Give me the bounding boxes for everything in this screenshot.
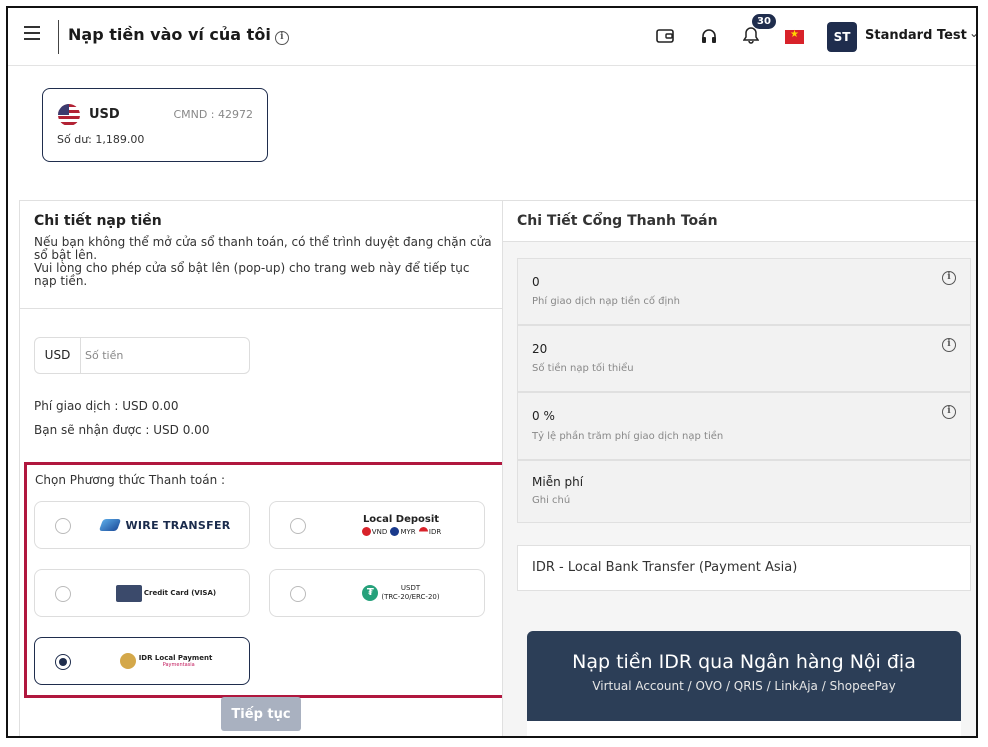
headset-icon[interactable] — [700, 28, 718, 45]
wire-transfer-logo: WIRE TRANSFER — [91, 502, 241, 548]
deposit-details-panel: Chi tiết nạp tiền Nếu bạn không thể mở c… — [19, 200, 510, 736]
radio-idr-local[interactable] — [55, 654, 71, 670]
myr-flag-icon — [390, 527, 400, 536]
avatar[interactable]: ST — [827, 22, 857, 52]
stat-label: Số tiền nạp tối thiểu — [532, 363, 634, 374]
stat-percent-fee: 0 % Tỷ lệ phần trăm phí giao dịch nạp ti… — [517, 392, 971, 460]
user-name[interactable]: Standard Test — [865, 28, 967, 43]
popup-notice: Nếu bạn không thể mở cửa sổ thanh toán, … — [34, 236, 494, 288]
wire-transfer-label: WIRE TRANSFER — [125, 518, 231, 532]
deposit-details-title: Chi tiết nạp tiền — [34, 213, 162, 229]
popup-notice-line-2: Vui lòng cho phép cửa sổ bật lên (pop-up… — [34, 261, 470, 288]
usdt-sublabel: (TRC-20/ERC-20) — [381, 593, 440, 601]
vnd-flag-icon — [361, 527, 371, 536]
continue-button[interactable]: Tiếp tục — [221, 697, 301, 731]
stat-value: 20 — [532, 342, 548, 356]
banner-subtitle: Virtual Account / OVO / QRIS / LinkAja /… — [592, 679, 896, 693]
idr-local-logo: IDR Local Payment Paymentasia — [91, 638, 241, 684]
usdt-label: USDT — [400, 584, 421, 592]
local-deposit-currencies: VND MYR IDR — [361, 527, 441, 536]
local-deposit-currency-idr: IDR — [428, 528, 442, 536]
radio-wire-transfer[interactable] — [55, 518, 71, 534]
credit-card-icon — [115, 584, 142, 602]
stat-value: 0 % — [532, 409, 555, 423]
us-flag-icon — [58, 104, 80, 126]
credit-card-label: Credit Card (VISA) — [143, 589, 217, 597]
gateway-details-title: Chi Tiết Cổng Thanh Toán — [517, 213, 718, 229]
local-deposit-currency-myr: MYR — [400, 528, 416, 536]
radio-usdt[interactable] — [290, 586, 306, 602]
payment-method-label: Chọn Phương thức Thanh toán : — [35, 473, 226, 487]
menu-icon[interactable] — [24, 26, 40, 40]
amount-field[interactable]: USD — [34, 337, 250, 374]
account-currency: USD — [89, 107, 120, 122]
idr-coin-icon — [119, 653, 136, 669]
stat-label: Tỷ lệ phần trăm phí giao dịch nạp tiền — [532, 431, 724, 442]
stat-label: Phí giao dịch nạp tiền cố định — [532, 296, 680, 307]
top-header: Nạp tiền vào ví của tôii 30 ST Standard … — [8, 8, 976, 66]
fee-text: Phí giao dịch : USD 0.00 — [34, 399, 179, 413]
page-title-text: Nạp tiền vào ví của tôi — [68, 25, 271, 44]
info-icon[interactable]: i — [942, 405, 956, 419]
usdt-logo: ₮ USDT (TRC-20/ERC-20) — [326, 570, 476, 616]
app-window: Nạp tiền vào ví của tôii 30 ST Standard … — [6, 6, 978, 738]
payment-method-section: Chọn Phương thức Thanh toán : WIRE TRANS… — [24, 462, 510, 698]
credit-card-logo: Credit Card (VISA) — [91, 570, 241, 616]
account-balance: Số dư: 1,189.00 — [57, 133, 145, 146]
popup-notice-line-1: Nếu bạn không thể mở cửa sổ thanh toán, … — [34, 235, 492, 262]
account-card[interactable]: USD CMND : 42972 Số dư: 1,189.00 — [42, 88, 268, 162]
info-icon[interactable]: i — [942, 338, 956, 352]
radio-local-deposit[interactable] — [290, 518, 306, 534]
deposit-details-header: Chi tiết nạp tiền Nếu bạn không thể mở c… — [20, 201, 502, 309]
local-deposit-logo: Local Deposit VND MYR IDR — [326, 502, 476, 548]
banner-content — [527, 721, 961, 736]
chevron-down-icon[interactable]: ⌄ — [969, 26, 976, 40]
idr-flag-icon — [418, 527, 428, 536]
header-divider — [58, 20, 59, 54]
account-id: CMND : 42972 — [173, 108, 253, 121]
idr-local-sublabel: Paymentasia — [162, 662, 195, 668]
info-icon[interactable]: i — [274, 31, 289, 45]
local-deposit-currency-vnd: VND — [371, 528, 388, 536]
banner-title: Nạp tiền IDR qua Ngân hàng Nội địa — [572, 651, 916, 673]
payment-option-idr-local[interactable]: IDR Local Payment Paymentasia — [34, 637, 250, 685]
amount-input[interactable] — [85, 344, 240, 366]
stat-value: 0 — [532, 275, 540, 289]
page-title: Nạp tiền vào ví của tôi i — [68, 25, 289, 45]
wallet-icon[interactable] — [656, 28, 674, 44]
local-deposit-title: Local Deposit — [362, 514, 440, 525]
vietnam-flag-icon[interactable] — [785, 29, 804, 44]
gateway-details-panel: Chi Tiết Cổng Thanh Toán 0 Phí giao dịch… — [502, 200, 976, 736]
receive-text: Bạn sẽ nhận được : USD 0.00 — [34, 423, 210, 437]
idr-banner: Nạp tiền IDR qua Ngân hàng Nội địa Virtu… — [527, 631, 961, 721]
payment-option-local-deposit[interactable]: Local Deposit VND MYR IDR — [269, 501, 485, 549]
stat-fixed-fee: 0 Phí giao dịch nạp tiền cố định i — [517, 258, 971, 325]
payment-option-wire-transfer[interactable]: WIRE TRANSFER — [34, 501, 250, 549]
idr-local-label: IDR Local Payment — [138, 654, 213, 662]
stat-note: Miễn phí Ghi chú — [517, 460, 971, 523]
info-icon[interactable]: i — [942, 271, 956, 285]
gateway-option-idr[interactable]: IDR - Local Bank Transfer (Payment Asia) — [517, 545, 971, 591]
payment-option-credit-card[interactable]: Credit Card (VISA) — [34, 569, 250, 617]
payment-option-usdt[interactable]: ₮ USDT (TRC-20/ERC-20) — [269, 569, 485, 617]
radio-credit-card[interactable] — [55, 586, 71, 602]
stat-label: Ghi chú — [532, 495, 571, 506]
notification-badge: 30 — [752, 14, 776, 29]
wire-transfer-icon — [99, 519, 122, 531]
stat-value: Miễn phí — [532, 475, 584, 489]
tether-icon: ₮ — [362, 585, 379, 601]
stat-min-amount: 20 Số tiền nạp tối thiểu i — [517, 325, 971, 392]
amount-currency: USD — [35, 338, 81, 373]
